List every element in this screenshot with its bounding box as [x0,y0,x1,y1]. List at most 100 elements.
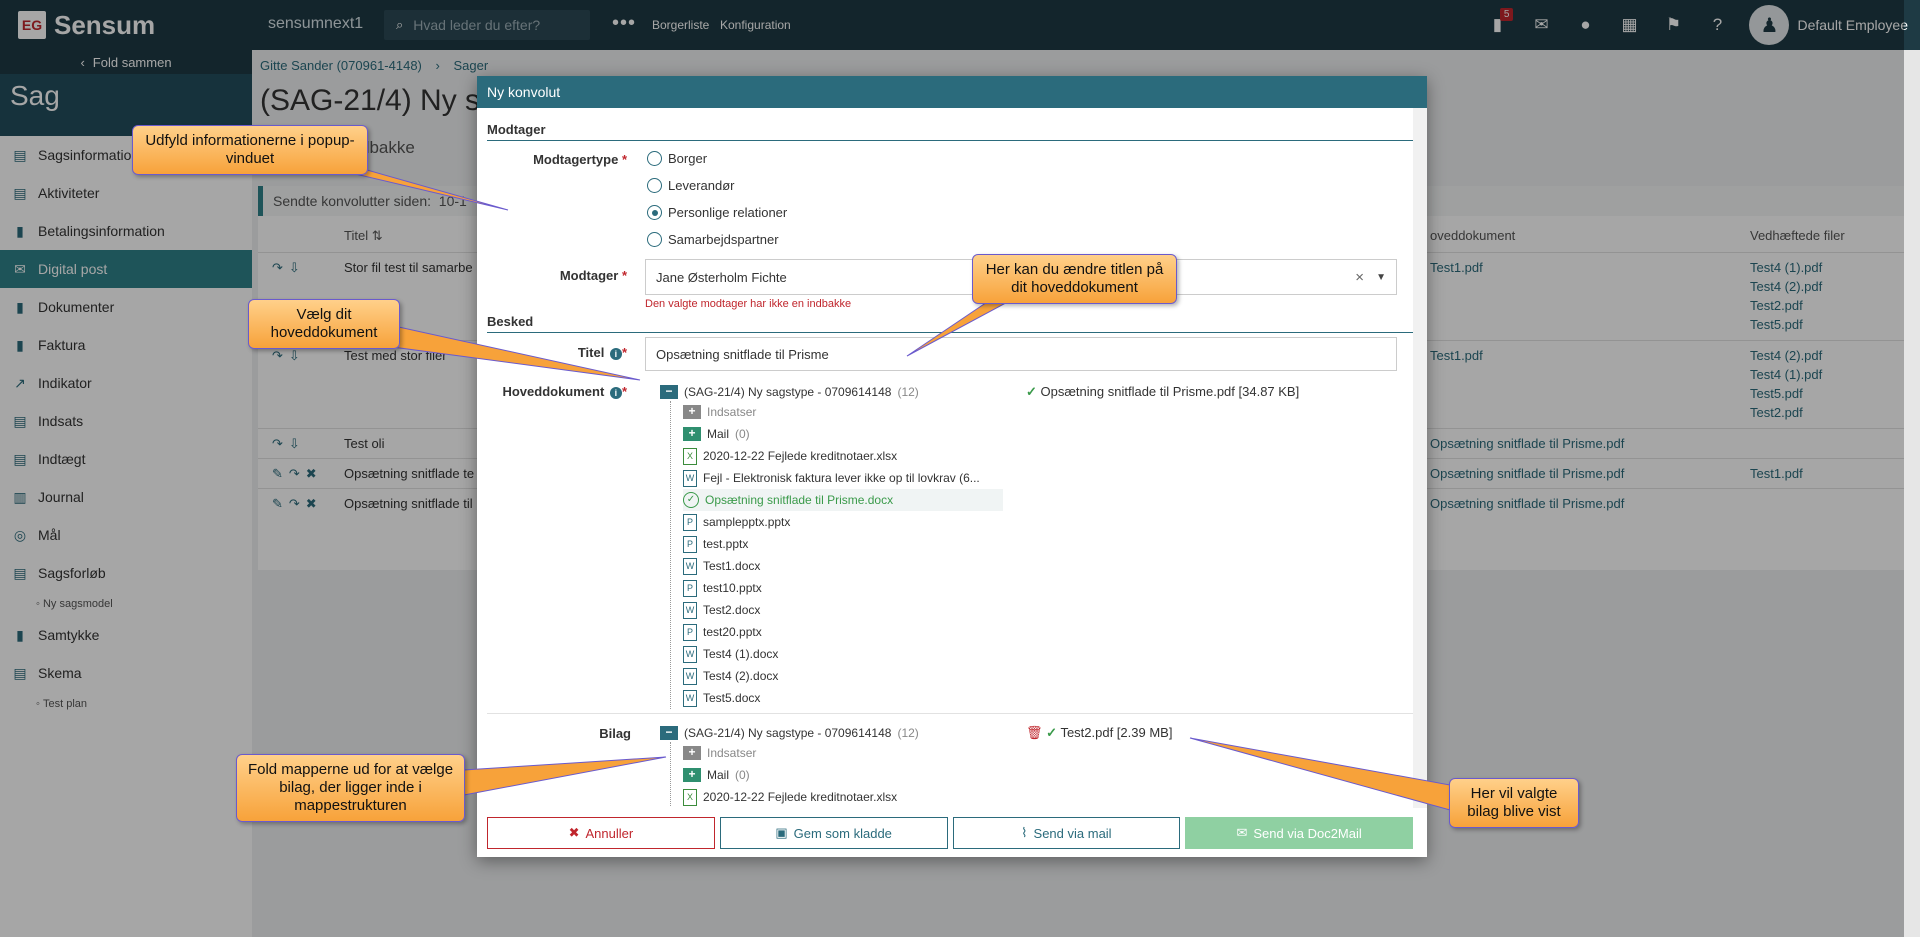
divider [487,713,1413,714]
file-label: Test2.docx [703,603,761,617]
clear-icon[interactable]: × [1355,269,1364,286]
tree-file[interactable]: W Fejl - Elektronisk faktura lever ikke o… [683,467,1003,489]
tree-file[interactable]: Ptest20.pptx [683,621,1003,643]
excel-file-icon: X [683,788,697,806]
cancel-button[interactable]: ✖ Annuller [487,817,715,849]
expand-folder-icon[interactable]: + [683,768,701,782]
powerpoint-file-icon: P [683,513,697,531]
tree-children: + Indsatser + Mail (0) X 2020-12-22 Fejlede … [670,742,1003,806]
radio-leverandoer[interactable]: Leverandør [647,178,734,193]
attach-label: Bilag [599,726,631,741]
page-scrollbar[interactable] [1904,50,1920,937]
info-icon[interactable]: i [609,387,622,399]
folder-count: (0) [735,427,750,441]
caret-down-icon[interactable]: ▼ [1376,272,1386,283]
selected-main-doc: ✓ Opsætning snitflade til Prisme.pdf [34… [1026,384,1299,400]
check-icon: ✓ [1046,725,1058,740]
tree-file[interactable]: X 2020-12-22 Fejlede kreditnotaer.xlsx [683,445,1003,467]
dialog-scrollbar[interactable] [1413,108,1427,808]
info-icon[interactable]: i [609,348,622,360]
check-icon: ✓ [1026,384,1037,399]
tree-file[interactable]: W Test4 (2).docx [683,665,1003,687]
collapse-icon[interactable]: − [660,726,678,740]
tree-file[interactable]: Psamplepptx.pptx [683,511,1003,533]
recipient-label-text: Modtager [559,268,619,283]
tree-file[interactable]: W Test5.docx [683,687,1003,709]
tree-folder-mail[interactable]: + Mail (0) [683,764,1003,786]
expand-folder-icon[interactable]: + [683,405,701,419]
required-marker: * [621,345,627,360]
tree-file[interactable]: X 2020-12-22 Fejlede kreditnotaer.xlsx [683,786,1003,806]
folder-label: Mail [707,427,730,441]
radio-label: Leverandør [668,178,735,193]
powerpoint-file-icon: P [683,623,697,641]
excel-file-icon: X [683,447,697,465]
word-file-icon: W [683,689,697,707]
required-marker: * [621,152,627,167]
tree-root-count: (12) [897,385,919,399]
check-circle-icon: ✓ [683,492,699,508]
radio-borger[interactable]: Borger [647,151,707,166]
tree-folder-indsatser[interactable]: + Indsatser [683,742,1003,764]
tree-folder-indsatser[interactable]: + Indsatser [683,401,1003,423]
tree-file-selected[interactable]: ✓ Opsætning snitflade til Prisme.docx [683,489,1003,511]
section-recipient: Modtager [487,122,1413,141]
save-icon: ▣ [775,825,788,840]
file-label: Test5.docx [703,691,761,705]
main-doc-label-text: Hoveddokument [502,384,605,399]
new-envelope-dialog: Ny konvolut Modtager Modtagertype * Borg… [477,76,1427,857]
send-via-doc2mail-button[interactable]: ✉ Send via Doc2Mail [1185,817,1413,849]
file-label: test.pptx [703,537,749,551]
tree-file[interactable]: Ptest.pptx [683,533,1003,555]
tree-root-label: (SAG-21/4) Ny sagstype - 0709614148 [684,726,892,740]
tree-file[interactable]: Ptest10.pptx [683,577,1003,599]
tree-file[interactable]: W Test4 (1).docx [683,643,1003,665]
word-file-icon: W [683,469,697,487]
radio-personlige-relationer[interactable]: Personlige relationer [647,205,787,220]
cancel-label: Annuller [585,825,634,841]
file-label: Test1.docx [703,559,761,573]
radio-samarbejdspartner[interactable]: Samarbejdspartner [647,232,779,247]
tree-root[interactable]: − (SAG-21/4) Ny sagstype - 0709614148 (12) [660,383,1003,401]
main-doc-tree: − (SAG-21/4) Ny sagstype - 0709614148 (12)… [660,383,1003,709]
collapse-icon[interactable]: − [660,385,678,399]
folder-count: (0) [735,768,750,782]
tree-folder-mail[interactable]: + Mail (0) [683,423,1003,445]
callout-choose-main: Vælg dit hoveddokument [248,299,400,349]
file-label: Test4 (2).docx [703,669,779,683]
save-draft-button[interactable]: ▣ Gem som kladde [719,817,948,849]
send-via-mail-label: Send via mail [1033,825,1112,841]
save-draft-label: Gem som kladde [793,825,892,841]
trash-icon[interactable]: 🗑 [1026,725,1043,740]
title-label: Titel i * [477,345,627,360]
callout-change-title: Her kan du ændre titlen på dit hoveddoku… [972,254,1177,304]
recipient-label: Modtager * [477,268,627,283]
callout-fill-info: Udfyld informationerne i popup-vinduet [132,125,368,175]
tree-file[interactable]: W Test1.docx [683,555,1003,577]
dialog-actions: ✖ Annuller ▣ Gem som kladde ⌇ Send via mail… [487,817,1413,849]
callout-attach-shown: Her vil valgte bilag blive vist [1449,778,1579,828]
powerpoint-file-icon: P [683,535,697,553]
selected-attachment-label: Test2.pdf [2.39 MB] [1060,725,1173,740]
send-via-mail-button[interactable]: ⌇ Send via mail [952,817,1181,849]
radio-circle [647,232,662,247]
expand-folder-icon[interactable]: + [683,427,701,441]
word-file-icon: W [683,601,697,619]
send-via-doc2mail-label: Send via Doc2Mail [1253,825,1362,841]
dialog-title: Ny konvolut [477,76,1427,108]
tree-root[interactable]: − (SAG-21/4) Ny sagstype - 0709614148 (12) [660,724,1003,742]
file-label: samplepptx.pptx [703,515,791,529]
title-input[interactable] [645,337,1397,371]
recipient-error: Den valgte modtager har ikke en indbakke [645,298,852,310]
section-message: Besked [487,314,1413,333]
paperclip-icon: ⌇ [1021,825,1028,840]
selected-main-doc-label: Opsætning snitflade til Prisme.pdf [34.8… [1040,384,1300,399]
expand-folder-icon[interactable]: + [683,746,701,760]
selected-attachment: 🗑 ✓ Test2.pdf [2.39 MB] [1026,725,1172,741]
radio-label: Samarbejdspartner [668,232,779,247]
tree-file[interactable]: W Test2.docx [683,599,1003,621]
file-label: test10.pptx [703,581,762,595]
folder-label: Mail [707,768,730,782]
file-label: 2020-12-22 Fejlede kreditnotaer.xlsx [703,790,898,804]
folder-label: Indsatser [707,405,757,419]
